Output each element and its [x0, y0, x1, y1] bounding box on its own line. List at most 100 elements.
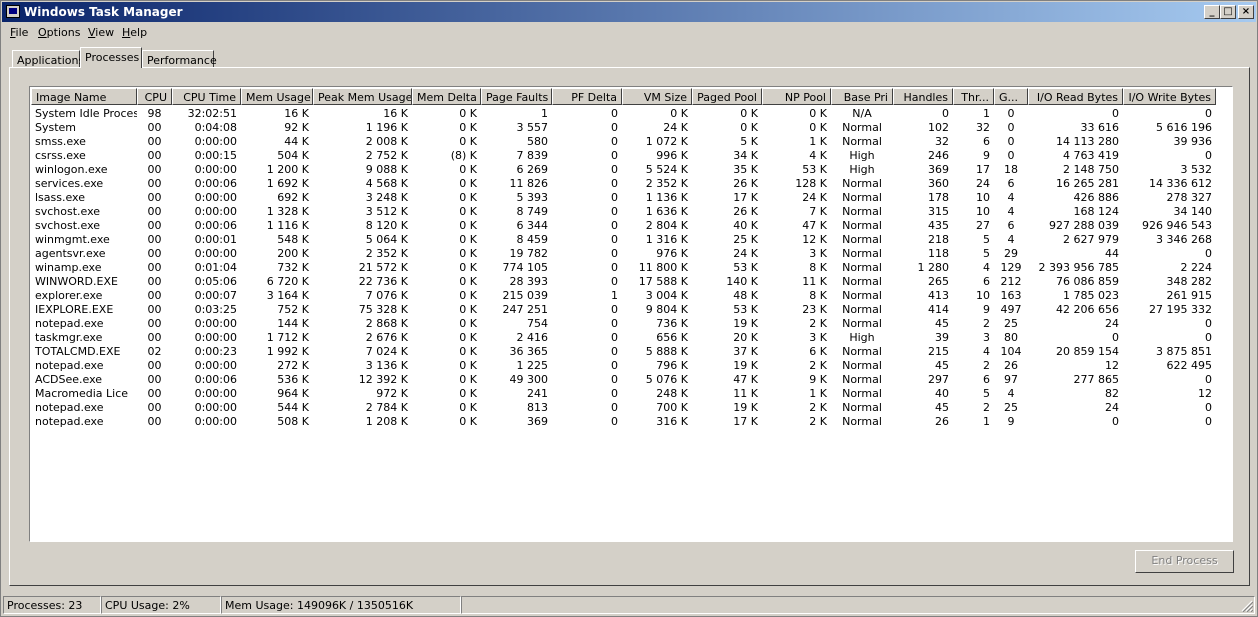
cell-threads: 2 [983, 401, 990, 414]
process-row[interactable]: taskmgr.exe 00 0:00:00 1 712 K2 676 K0 K2 4… [31, 331, 1231, 345]
menu-help[interactable]: Help [122, 26, 147, 39]
cell-handles: 297 [928, 373, 949, 386]
status-processes: Processes: 23 [3, 596, 101, 614]
cell-mem-usage: 1 992 K [266, 345, 309, 358]
cell-threads: 1 [983, 415, 990, 428]
column-header-base-pri[interactable]: Base Pri [831, 88, 893, 105]
cell-image-name: csrss.exe [35, 149, 86, 162]
menu-view[interactable]: View [88, 26, 114, 39]
process-row[interactable]: ACDSee.exe 00 0:00:06 536 K 12 392 K0 K 49 30… [31, 373, 1231, 387]
cell-peak-mem-usage: 9 088 K [365, 163, 408, 176]
cell-page-faults: 1 [541, 107, 548, 120]
cell-cpu-time: 0:00:00 [194, 401, 237, 414]
process-row[interactable]: lsass.exe 00 0:00:00 692 K 3 248 K 0 K 5 393 0 1… [31, 191, 1231, 205]
column-header-io-read-bytes[interactable]: I/O Read Bytes [1028, 88, 1123, 105]
process-row[interactable]: services.exe 00 0:00:06 1 692 K 4 568 K 0 K 11… [31, 177, 1231, 191]
process-row[interactable]: IEXPLORE.EXE 00 0:03:25 752 K 75 328 K 0 K 247… [31, 303, 1231, 317]
cell-peak-mem-usage: 972 K [376, 387, 408, 400]
cell-cpu: 00 [147, 135, 162, 148]
process-row[interactable]: notepad.exe 00 0:00:00 508 K1 208 K0 K 369 0 3… [31, 415, 1231, 429]
column-header-gdi-objects[interactable]: G... [994, 88, 1028, 105]
process-row[interactable]: svchost.exe 00 0:00:06 1 116 K 8 120 K 0 K 6 3… [31, 219, 1231, 233]
cell-np-pool: 24 K [802, 191, 827, 204]
column-header-pf-delta[interactable]: PF Delta [552, 88, 622, 105]
cell-mem-usage: 1 712 K [266, 331, 309, 344]
process-row[interactable]: Macromedia Lice 00 0:00:00 964 K 972 K 0 K 241… [31, 387, 1231, 401]
process-row[interactable]: notepad.exe 00 0:00:00 544 K 2 784 K 0 K 813 0 7… [31, 401, 1231, 415]
cell-pf-delta: 0 [611, 177, 618, 190]
process-row[interactable]: winmgmt.exe 00 0:00:01 548 K 5 064 K 0 K 8 459… [31, 233, 1231, 247]
cell-gdi-objects: 163 [1000, 289, 1022, 302]
process-row[interactable]: System 00 0:04:08 92 K 1 196 K 0 K 3 557 0 24 K 0… [31, 121, 1231, 135]
process-row[interactable]: System Idle Process 98 32:02:51 16 K 16 K 0 K… [31, 107, 1231, 121]
process-row[interactable]: notepad.exe 00 0:00:00 144 K 2 868 K 0 K 754 0 7… [31, 317, 1231, 331]
cell-cpu-time: 0:00:15 [194, 149, 237, 162]
close-button[interactable]: × [1238, 5, 1254, 19]
minimize-button[interactable]: _ [1204, 5, 1220, 19]
process-row[interactable]: explorer.exe 00 0:00:07 3 164 K 7 076 K 0 K 21… [31, 289, 1231, 303]
cell-vm-size: 5 524 K [645, 163, 688, 176]
process-row[interactable]: smss.exe 00 0:00:00 44 K 2 008 K 0 K 580 0 1 072… [31, 135, 1231, 149]
cell-cpu-time: 0:00:00 [194, 415, 237, 428]
cell-cpu-time: 0:03:25 [194, 303, 237, 316]
cell-cpu: 00 [147, 121, 162, 134]
process-row[interactable]: WINWORD.EXE 00 0:05:06 6 720 K 22 736 K 0 K 28… [31, 275, 1231, 289]
cell-pf-delta: 0 [611, 247, 618, 260]
process-row[interactable]: csrss.exe 00 0:00:15 504 K2 752 K (8) K7 839… [31, 149, 1231, 163]
cell-io-write-bytes: 0 [1205, 415, 1212, 428]
cell-cpu-time: 0:00:06 [194, 219, 237, 232]
cell-cpu: 00 [147, 331, 162, 344]
tab-processes[interactable]: Processes [80, 47, 142, 68]
column-header-np-pool[interactable]: NP Pool [762, 88, 831, 105]
cell-peak-mem-usage: 5 064 K [365, 233, 408, 246]
menu-file[interactable]: File [10, 26, 28, 39]
process-row[interactable]: agentsvr.exe 00 0:00:00 200 K2 352 K0 K 19 7… [31, 247, 1231, 261]
cell-vm-size: 5 888 K [645, 345, 688, 358]
process-row[interactable]: TOTALCMD.EXE 02 0:00:23 1 992 K 7 024 K 0 K 36… [31, 345, 1231, 359]
column-header-mem-delta[interactable]: Mem Delta [412, 88, 481, 105]
window-title: Windows Task Manager [24, 5, 183, 19]
column-header-mem-usage[interactable]: Mem Usage [241, 88, 313, 105]
process-row[interactable]: winlogon.exe 00 0:00:00 1 200 K 9 088 K 0 K 6 … [31, 163, 1231, 177]
process-list[interactable]: Image Name CPU CPU Time Mem Usage Peak Mem U… [29, 86, 1233, 542]
cell-paged-pool: 35 K [733, 163, 758, 176]
cell-peak-mem-usage: 22 736 K [358, 275, 408, 288]
cell-handles: 39 [935, 331, 949, 344]
cell-page-faults: 11 826 [509, 177, 549, 190]
column-header-io-write-bytes[interactable]: I/O Write Bytes [1123, 88, 1216, 105]
column-header-image-name[interactable]: Image Name [31, 88, 137, 105]
cell-base-pri: Normal [842, 359, 882, 372]
column-header-cpu-time[interactable]: CPU Time [172, 88, 241, 105]
column-header-handles[interactable]: Handles [893, 88, 953, 105]
process-row[interactable]: notepad.exe 00 0:00:00 272 K 3 136 K 0 K 1 225… [31, 359, 1231, 373]
column-header-page-faults[interactable]: Page Faults [481, 88, 552, 105]
cell-paged-pool: 48 K [733, 289, 758, 302]
cell-gdi-objects: 0 [1007, 107, 1015, 120]
cell-threads: 9 [983, 303, 990, 316]
title-bar[interactable]: Windows Task Manager _ □ × [2, 2, 1256, 22]
cell-io-write-bytes: 14 336 612 [1149, 177, 1212, 190]
cell-cpu: 00 [147, 275, 162, 288]
cell-threads: 2 [983, 359, 990, 372]
column-header-cpu[interactable]: CPU [137, 88, 172, 105]
tab-performance[interactable]: Performance [142, 50, 217, 67]
column-header-threads[interactable]: Thr... [953, 88, 994, 105]
column-header-vm-size[interactable]: VM Size [622, 88, 692, 105]
process-row[interactable]: svchost.exe 00 0:00:00 1 328 K 3 512 K 0 K 8 7… [31, 205, 1231, 219]
cell-gdi-objects: 25 [1004, 401, 1018, 414]
cell-io-read-bytes: 927 288 039 [1049, 219, 1119, 232]
tab-applications[interactable]: Applications [12, 50, 84, 67]
cell-paged-pool: 17 K [733, 415, 758, 428]
maximize-button[interactable]: □ [1220, 5, 1236, 19]
cell-io-read-bytes: 33 616 [1080, 121, 1120, 134]
cell-base-pri: Normal [842, 135, 882, 148]
column-header-paged-pool[interactable]: Paged Pool [692, 88, 762, 105]
cell-handles: 435 [928, 219, 949, 232]
column-header-peak-mem-usage[interactable]: Peak Mem Usage [313, 88, 412, 105]
end-process-button[interactable]: End Process [1135, 550, 1234, 573]
cell-peak-mem-usage: 4 568 K [365, 177, 408, 190]
resize-grip-icon[interactable] [1241, 600, 1253, 612]
cell-image-name: agentsvr.exe [35, 247, 106, 260]
process-row[interactable]: winamp.exe 00 0:01:04 732 K 21 572 K 0 K 774 1… [31, 261, 1231, 275]
menu-options[interactable]: Options [38, 26, 80, 39]
